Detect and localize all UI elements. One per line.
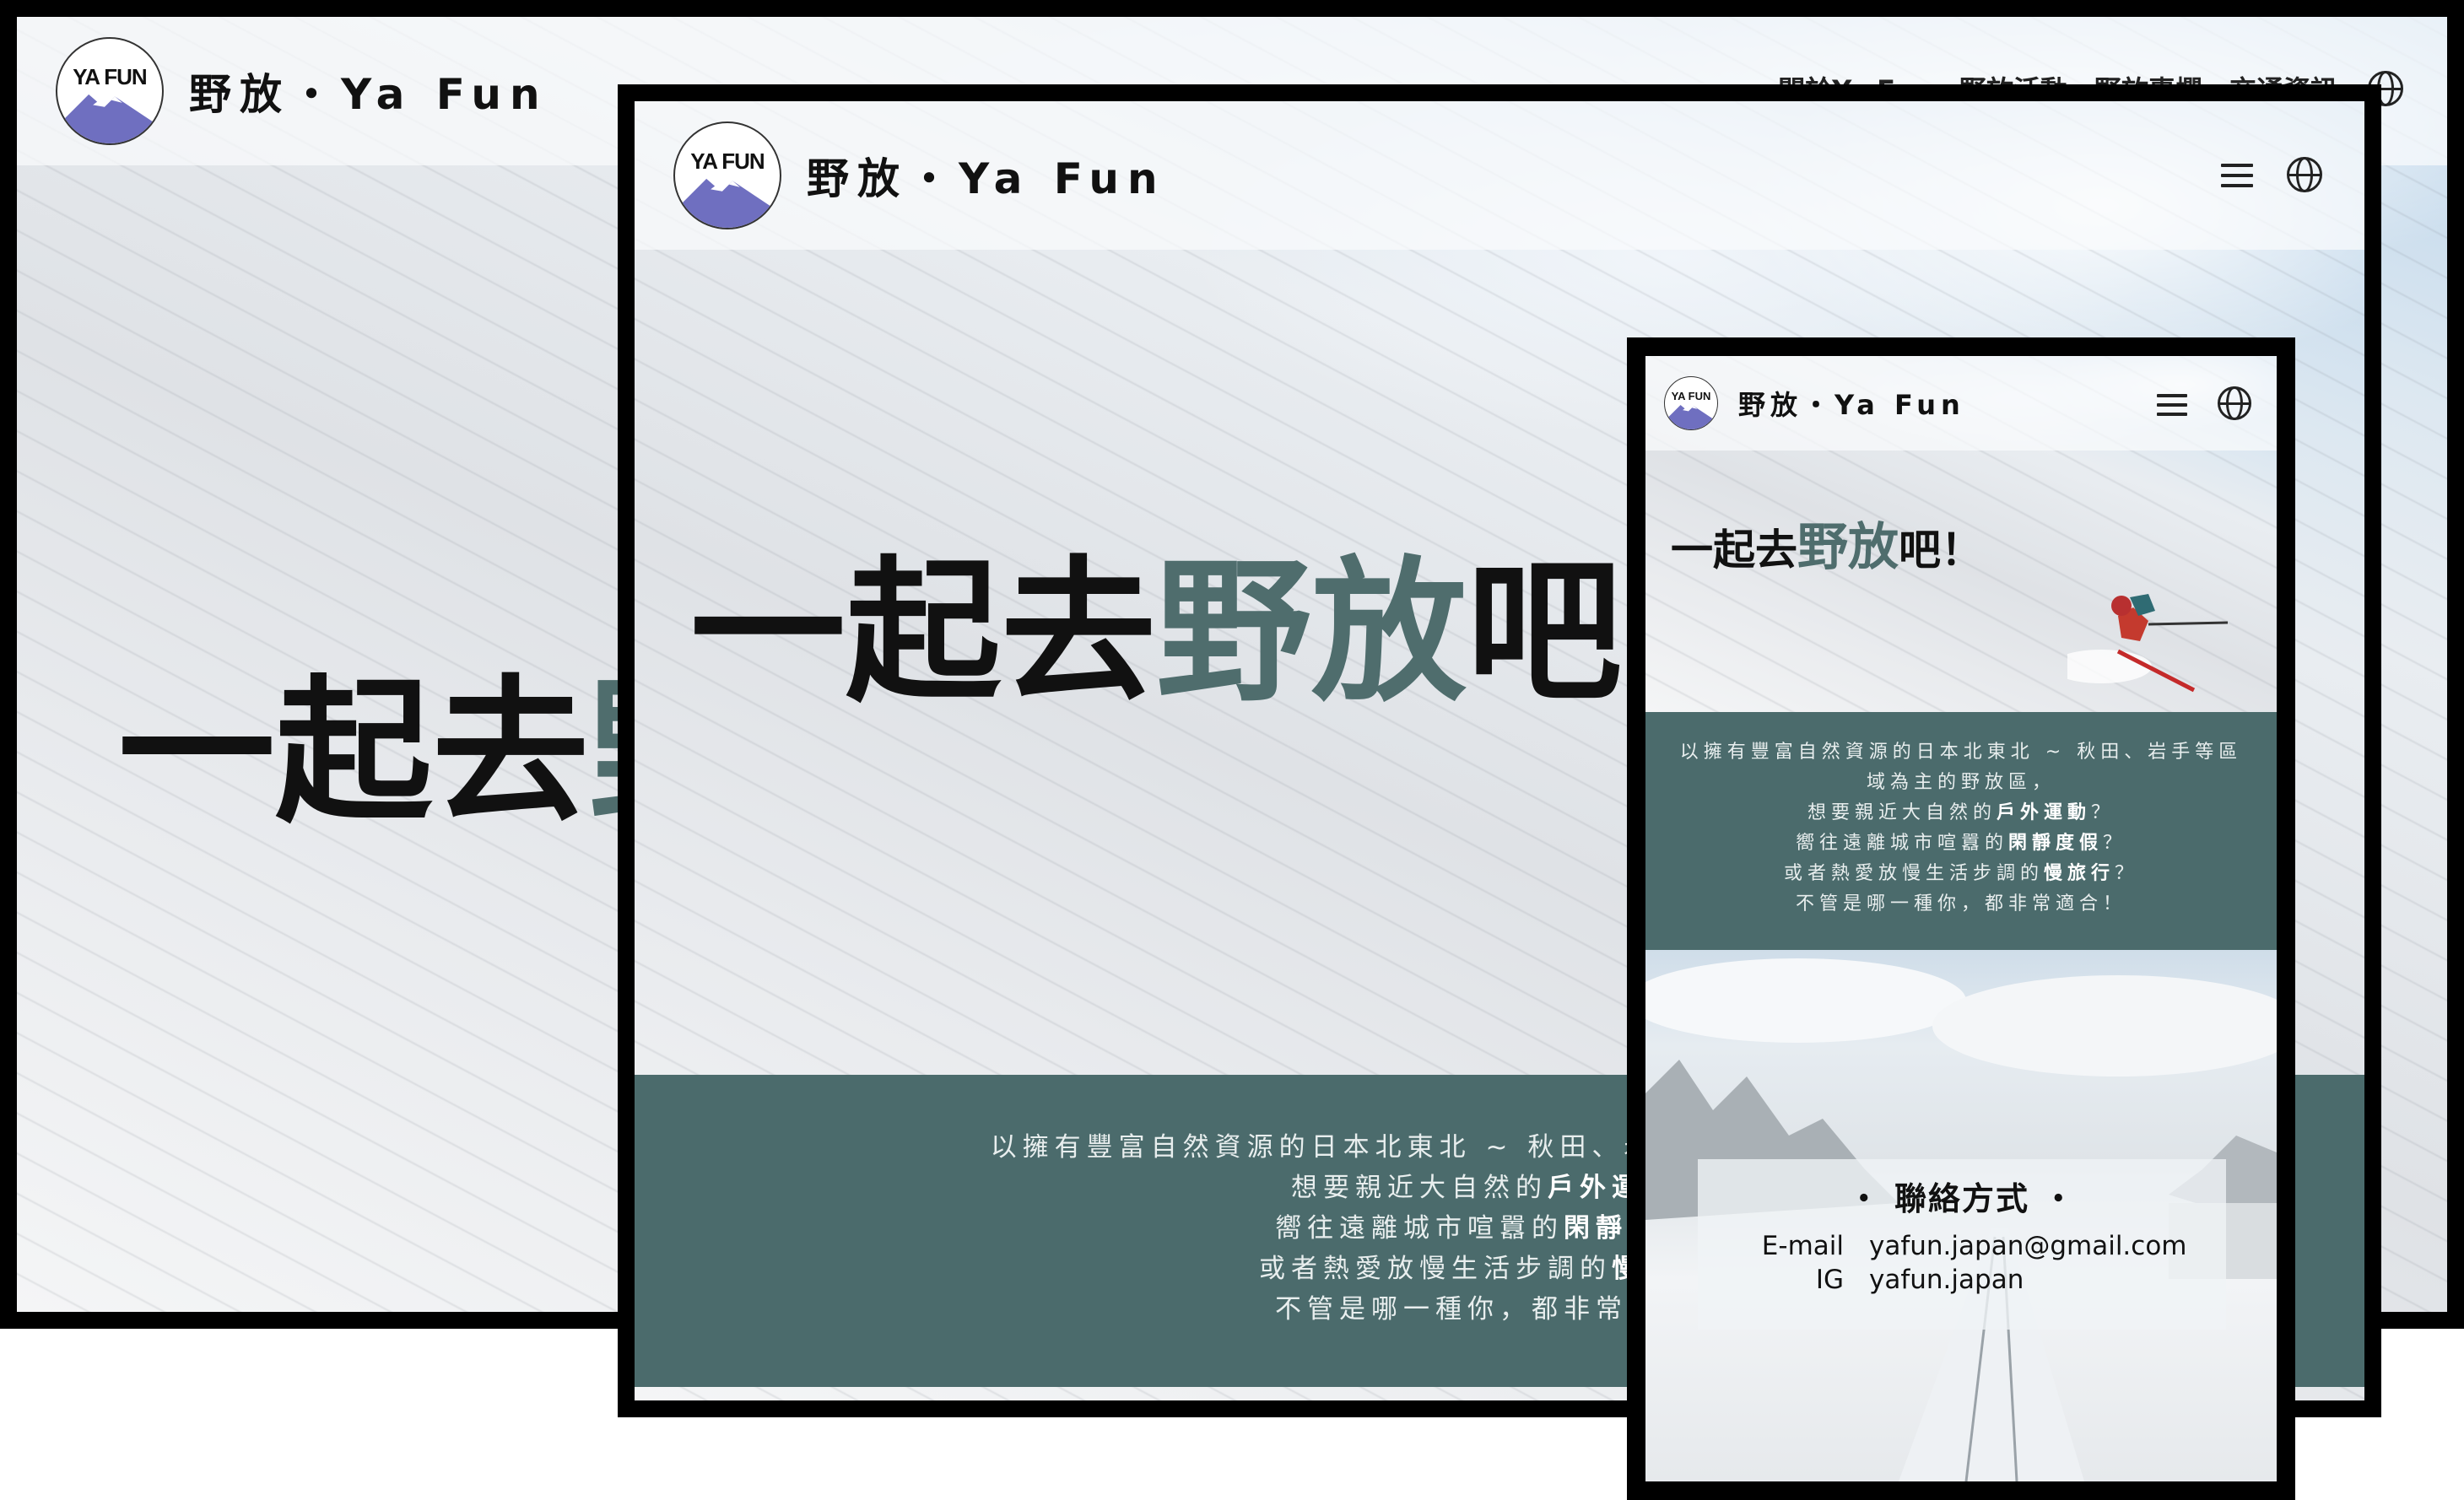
tablet-hero-title: 一起去野放吧！ [690,506,1777,731]
hero-pre: 一起去 [1671,526,1797,575]
mobile-hero-bg: YA FUN 野放・Ya Fun 一起去野放吧！ [1645,356,2277,712]
menu-icon[interactable] [2157,394,2187,416]
mobile-hero-title: 一起去野放吧！ [1671,506,1983,580]
intro-line-2: 想要親近大自然的戶外運動？ [1807,802,2115,823]
email-label: E-mail [1761,1231,1844,1261]
brand-logo[interactable]: YA FUN [673,121,781,229]
globe-icon[interactable] [2287,157,2322,192]
contact-email-row: E-mail yafun.japan@gmail.com [1698,1231,2226,1261]
intro-line-4: 或者熱愛放慢生活步調的慢旅行？ [1783,863,2139,884]
logo-mountain-icon [675,178,780,228]
intro-line-3: 嚮往遠離城市喧囂的閑靜度假？ [1795,833,2127,854]
logo-mountain-icon [57,94,162,143]
intro-line-1: 以擁有豐富自然資源的日本北東北 ~ 秋田、岩手等區域為主的野放區， [1679,742,2243,793]
brand-name[interactable]: 野放・Ya Fun [1738,384,1965,423]
contact-title: ・ 聯絡方式 ・ [1847,1180,2077,1217]
tablet-header: YA FUN 野放・Ya Fun [635,101,2364,250]
brand-logo[interactable]: YA FUN [1664,376,1718,430]
hero-post: 吧！ [1899,526,1983,575]
ig-label: IG [1815,1265,1844,1295]
hero-pre: 一起去 [118,661,590,844]
mobile-contact-section: ・ 聯絡方式 ・ E-mail yafun.japan@gmail.com IG… [1645,950,2277,1481]
hero-pre: 一起去 [690,542,1157,723]
brand-logo[interactable]: YA FUN [56,37,164,145]
logo-mountain-icon [1665,404,1717,429]
contact-ig-row: IG yafun.japan [1698,1265,2226,1295]
brand-name[interactable]: 野放・Ya Fun [189,61,548,121]
intro-line-5: 不管是哪一種你，都非常適合！ [1795,893,2126,915]
menu-icon[interactable] [2221,164,2253,187]
hero-accent: 野放 [1797,518,1899,577]
mobile-screen: YA FUN 野放・Ya Fun 一起去野放吧！ 以擁有豐富自然資源的日本北東北… [1645,356,2277,1481]
email-value[interactable]: yafun.japan@gmail.com [1869,1231,2187,1261]
mobile-intro-band: 以擁有豐富自然資源的日本北東北 ~ 秋田、岩手等區域為主的野放區， 想要親近大自… [1645,712,2277,950]
contact-card: ・ 聯絡方式 ・ E-mail yafun.japan@gmail.com IG… [1698,1159,2226,1330]
globe-icon[interactable] [2218,386,2251,420]
hero-accent: 野放 [1156,542,1467,723]
brand-name[interactable]: 野放・Ya Fun [807,145,1166,206]
mobile-header: YA FUN 野放・Ya Fun [1645,356,2277,451]
skier-image [2067,594,2229,693]
ig-value[interactable]: yafun.japan [1869,1265,2173,1295]
